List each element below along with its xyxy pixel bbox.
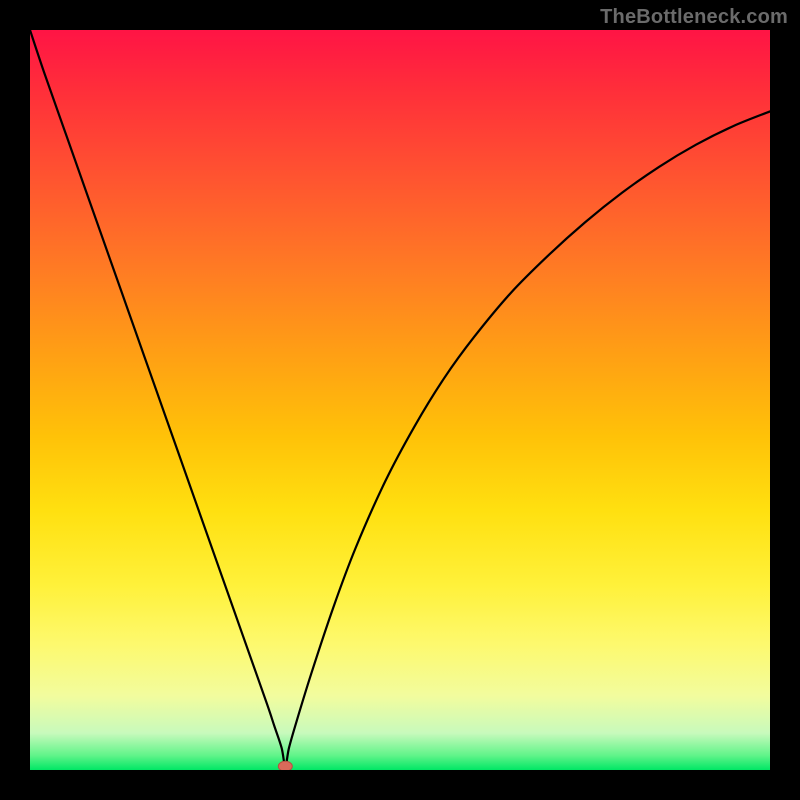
watermark-text: TheBottleneck.com (600, 6, 788, 29)
curve-layer (30, 30, 770, 770)
chart-frame: TheBottleneck.com (0, 0, 800, 800)
bottleneck-curve (30, 30, 770, 766)
plot-area (30, 30, 770, 770)
minimum-marker (278, 761, 292, 770)
